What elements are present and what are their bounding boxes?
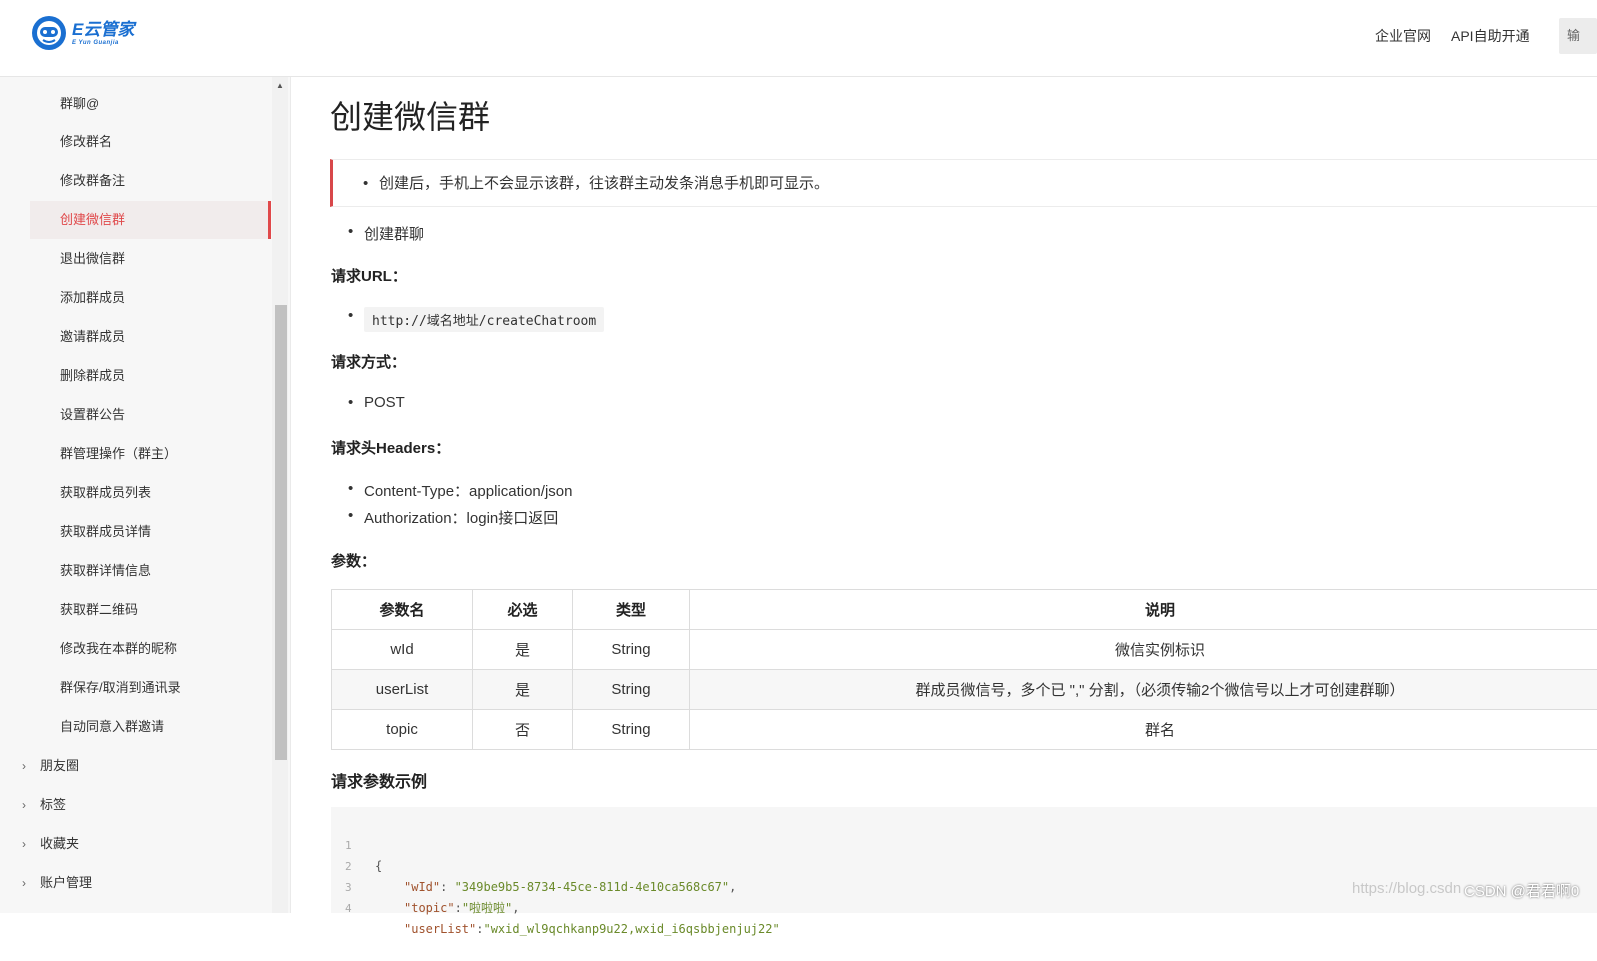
method-heading: 请求方式： xyxy=(331,351,406,372)
sidebar-item-member-detail[interactable]: 获取群成员详情 xyxy=(30,513,271,551)
sidebar-item-create-group[interactable]: 创建微信群 xyxy=(30,201,271,239)
scroll-up-arrow-icon[interactable]: ▲ xyxy=(272,80,288,92)
sidebar-item-group-detail[interactable]: 获取群详情信息 xyxy=(30,552,271,590)
blog-watermark: https://blog.csdn xyxy=(1352,880,1461,897)
sidebar-group-account[interactable]: ›账户管理 xyxy=(0,864,271,902)
note-text: •创建后，手机上不会显示该群，往该群主动发条消息手机即可显示。 xyxy=(363,175,829,192)
chevron-right-icon: › xyxy=(22,825,40,863)
table-cell: 否 xyxy=(473,710,573,750)
table-row: wId 是 String 微信实例标识 xyxy=(332,630,1597,670)
chevron-right-icon: › xyxy=(22,864,40,902)
code-block: 1 { 2 "wId": "349be9b5-8734-45ce-811d-4e… xyxy=(331,807,1597,913)
sidebar-item-group-admin[interactable]: 群管理操作（群主） xyxy=(30,435,271,473)
code-string: "349be9b5-8734-45ce-811d-4e10ca568c67" xyxy=(455,880,730,894)
url-heading: 请求URL： xyxy=(331,265,407,286)
table-cell: topic xyxy=(332,710,473,750)
note-callout: •创建后，手机上不会显示该群，往该群主动发条消息手机即可显示。 xyxy=(330,159,1597,207)
header-input-button[interactable]: 输 xyxy=(1559,18,1597,54)
example-heading: 请求参数示例 xyxy=(331,768,427,792)
robot-logo-icon xyxy=(30,14,68,52)
logo-title: E云管家 xyxy=(72,21,134,38)
sidebar-item-remove-member[interactable]: 删除群成员 xyxy=(30,357,271,395)
sidebar-item-group-notice[interactable]: 设置群公告 xyxy=(30,396,271,434)
sidebar-item-auto-accept[interactable]: 自动同意入群邀请 xyxy=(30,708,271,746)
sidebar-item-quit-group[interactable]: 退出微信群 xyxy=(30,240,271,278)
sidebar-item-member-list[interactable]: 获取群成员列表 xyxy=(30,474,271,512)
table-cell: String xyxy=(573,630,690,670)
intro-bullet: 创建群聊 xyxy=(364,223,424,244)
sidebar-item-group-qrcode[interactable]: 获取群二维码 xyxy=(30,591,271,629)
line-number: 4 xyxy=(345,898,357,919)
table-cell: userList xyxy=(332,670,473,710)
chevron-right-icon: › xyxy=(22,747,40,785)
logo-subtitle: E Yun Guanjia xyxy=(72,40,134,46)
table-cell: String xyxy=(573,670,690,710)
sidebar-group-tags[interactable]: ›标签 xyxy=(0,786,271,824)
table-cell: 是 xyxy=(473,630,573,670)
method-value: POST xyxy=(364,394,405,411)
sidebar-item-invite-member[interactable]: 邀请群成员 xyxy=(30,318,271,356)
code-string: "wxid_wl9qchkanp9u22,wxid_i6qsbbjenjuj22… xyxy=(483,922,779,936)
table-cell: 群名 xyxy=(690,710,1597,750)
page-title: 创建微信群 xyxy=(330,92,490,138)
table-row: topic 否 String 群名 xyxy=(332,710,1597,750)
params-heading: 参数： xyxy=(331,550,376,571)
sidebar-item-group-at[interactable]: 群聊@ xyxy=(30,85,271,123)
sidebar-group-label: 账户管理 xyxy=(40,875,92,890)
nav-api-signup[interactable]: API自助开通 xyxy=(1451,26,1530,46)
headers-heading: 请求头Headers： xyxy=(331,437,450,458)
table-cell: wId xyxy=(332,630,473,670)
code-line: 1 { xyxy=(331,814,360,835)
code-line: 4 "userList":"wxid_wl9qchkanp9u22,wxid_i… xyxy=(331,877,360,898)
sidebar-group-favorites[interactable]: ›收藏夹 xyxy=(0,825,271,863)
top-header: E云管家 E Yun Guanjia 企业官网 API自助开通 输 xyxy=(0,0,1597,77)
header-authorization: Authorization：login接口返回 xyxy=(364,507,558,528)
table-cell: 是 xyxy=(473,670,573,710)
params-table: 参数名 必选 类型 说明 wId 是 String 微信实例标识 userLis… xyxy=(331,589,1597,750)
scrollbar-thumb[interactable] xyxy=(275,305,287,760)
sidebar-item-rename-group[interactable]: 修改群名 xyxy=(30,123,271,161)
header-content-type: Content-Type：application/json xyxy=(364,480,572,501)
code-key: "userList" xyxy=(404,922,476,936)
code-key: "wId" xyxy=(404,880,440,894)
table-cell: 微信实例标识 xyxy=(690,630,1597,670)
sidebar-group-moments[interactable]: ›朋友圈 xyxy=(0,747,271,785)
table-cell: 群成员微信号，多个已 "," 分割，（必须传输2个微信号以上才可创建群聊） xyxy=(690,670,1597,710)
sidebar-group-label: 朋友圈 xyxy=(40,758,79,773)
table-row: userList 是 String 群成员微信号，多个已 "," 分割，（必须传… xyxy=(332,670,1597,710)
sidebar-item-add-member[interactable]: 添加群成员 xyxy=(30,279,271,317)
column-header: 说明 xyxy=(690,590,1597,630)
nav-company-site[interactable]: 企业官网 xyxy=(1375,26,1431,46)
code-text: { xyxy=(375,856,382,877)
code-line: 3 "topic":"啦啦啦", xyxy=(331,856,360,877)
sidebar-group-label: 标签 xyxy=(40,797,66,812)
code-line: 2 "wId": "349be9b5-8734-45ce-811d-4e10ca… xyxy=(331,835,360,856)
sidebar-divider xyxy=(290,77,291,913)
sidebar-item-my-nickname[interactable]: 修改我在本群的昵称 xyxy=(30,630,271,668)
column-header: 参数名 xyxy=(332,590,473,630)
column-header: 必选 xyxy=(473,590,573,630)
table-cell: String xyxy=(573,710,690,750)
sidebar-item-group-remark[interactable]: 修改群备注 xyxy=(30,162,271,200)
sidebar-group-label: 收藏夹 xyxy=(40,836,79,851)
sidebar-item-save-contacts[interactable]: 群保存/取消到通讯录 xyxy=(30,669,271,707)
request-url: http://域名地址/createChatroom xyxy=(364,307,604,332)
chevron-right-icon: › xyxy=(22,786,40,824)
csdn-author-watermark: CSDN @君君啊0 xyxy=(1464,880,1579,901)
logo[interactable]: E云管家 E Yun Guanjia xyxy=(30,13,134,53)
column-header: 类型 xyxy=(573,590,690,630)
